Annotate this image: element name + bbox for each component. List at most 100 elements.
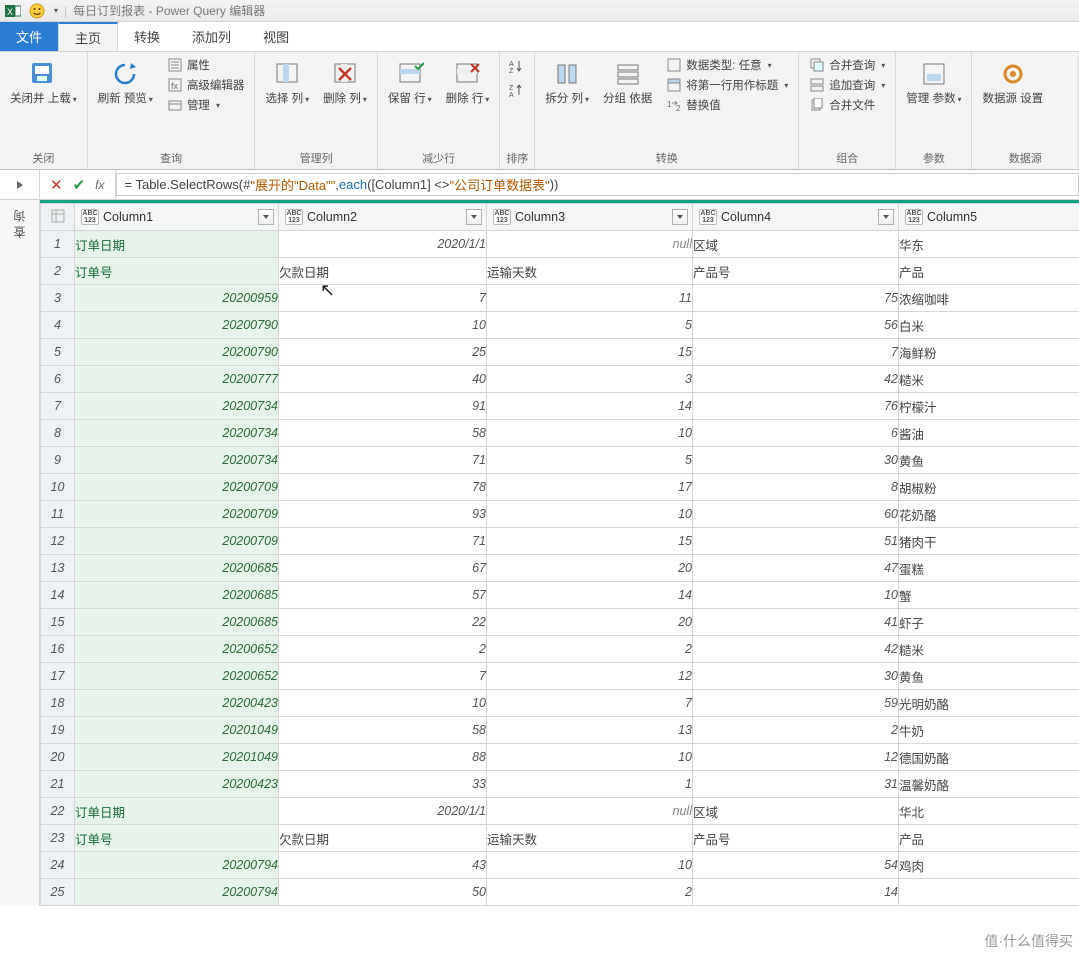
cell[interactable]: 黄鱼: [899, 447, 1079, 474]
cell[interactable]: 订单日期: [75, 798, 279, 825]
column-header-4[interactable]: ABC123Column4: [693, 204, 899, 231]
table-row[interactable]: 32020095971175浓缩咖啡: [41, 285, 1079, 312]
properties-button[interactable]: 属性: [163, 56, 249, 74]
sort-asc-button[interactable]: AZ: [506, 56, 526, 76]
row-number[interactable]: 17: [41, 663, 75, 690]
table-row[interactable]: 23订单号欠款日期运输天数产品号产品: [41, 825, 1079, 852]
cell[interactable]: 10: [693, 582, 899, 609]
cell[interactable]: 20200777: [75, 366, 279, 393]
row-number[interactable]: 18: [41, 690, 75, 717]
table-row[interactable]: 52020079025157海鲜粉: [41, 339, 1079, 366]
cell[interactable]: 酱油: [899, 420, 1079, 447]
refresh-preview-button[interactable]: 刷新 预览▾: [94, 56, 157, 109]
group-by-button[interactable]: 分组 依据: [599, 56, 656, 108]
cell[interactable]: 产品: [899, 258, 1079, 285]
cell[interactable]: 10: [279, 690, 487, 717]
table-row[interactable]: 92020073471530黄鱼: [41, 447, 1079, 474]
tab-home[interactable]: 主页: [58, 22, 118, 51]
table-row[interactable]: 1订单日期2020/1/1null区域华东: [41, 231, 1079, 258]
cell[interactable]: 牛奶: [899, 717, 1079, 744]
split-column-button[interactable]: 拆分 列▾: [541, 56, 593, 109]
cell[interactable]: 华东: [899, 231, 1079, 258]
datatype-any-icon[interactable]: ABC123: [493, 209, 511, 225]
cell[interactable]: 14: [487, 582, 693, 609]
cell[interactable]: 12: [693, 744, 899, 771]
cell[interactable]: 71: [279, 447, 487, 474]
row-number[interactable]: 2: [41, 258, 75, 285]
cell[interactable]: 14: [487, 393, 693, 420]
keep-rows-button[interactable]: 保留 行▾: [384, 56, 436, 109]
cell[interactable]: 10: [487, 420, 693, 447]
first-row-header-button[interactable]: 将第一行用作标题▾: [662, 76, 792, 94]
cell[interactable]: 7: [487, 690, 693, 717]
cell[interactable]: 德国奶酪: [899, 744, 1079, 771]
cell[interactable]: 7: [279, 285, 487, 312]
cell[interactable]: 20200685: [75, 609, 279, 636]
cell[interactable]: 42: [693, 366, 899, 393]
append-queries-button[interactable]: 追加查询▾: [805, 76, 889, 94]
cell[interactable]: 15: [487, 339, 693, 366]
cell[interactable]: 54: [693, 852, 899, 879]
cell[interactable]: 胡椒粉: [899, 474, 1079, 501]
cell[interactable]: 11: [487, 285, 693, 312]
cell[interactable]: 20200734: [75, 447, 279, 474]
cell[interactable]: 47: [693, 555, 899, 582]
table-row[interactable]: 252020079450214: [41, 879, 1079, 906]
table-row[interactable]: 62020077740342糙米: [41, 366, 1079, 393]
cell[interactable]: 浓缩咖啡: [899, 285, 1079, 312]
cell[interactable]: 10: [487, 744, 693, 771]
row-number[interactable]: 12: [41, 528, 75, 555]
cell[interactable]: 20: [487, 609, 693, 636]
cell[interactable]: 订单号: [75, 258, 279, 285]
cell[interactable]: 67: [279, 555, 487, 582]
cell[interactable]: 20200734: [75, 393, 279, 420]
cell[interactable]: 海鲜粉: [899, 339, 1079, 366]
smiley-icon[interactable]: [28, 2, 46, 20]
cell[interactable]: 20200709: [75, 474, 279, 501]
cell[interactable]: 78: [279, 474, 487, 501]
cell[interactable]: 产品: [899, 825, 1079, 852]
cell[interactable]: 6: [693, 420, 899, 447]
row-number[interactable]: 25: [41, 879, 75, 906]
cell[interactable]: 1: [487, 771, 693, 798]
table-row[interactable]: 2420200794431054鸡肉: [41, 852, 1079, 879]
tab-addcolumn[interactable]: 添加列: [176, 22, 247, 51]
row-number[interactable]: 16: [41, 636, 75, 663]
cell[interactable]: 40: [279, 366, 487, 393]
cell[interactable]: 2020/1/1: [279, 231, 487, 258]
cell[interactable]: 2: [279, 636, 487, 663]
table-row[interactable]: 2订单号欠款日期运输天数产品号产品: [41, 258, 1079, 285]
cell[interactable]: 3: [487, 366, 693, 393]
cell[interactable]: 41: [693, 609, 899, 636]
cell[interactable]: 蟹: [899, 582, 1079, 609]
row-number[interactable]: 23: [41, 825, 75, 852]
tab-transform[interactable]: 转换: [118, 22, 176, 51]
row-number[interactable]: 9: [41, 447, 75, 474]
cell[interactable]: 华北: [899, 798, 1079, 825]
cell[interactable]: 2: [487, 879, 693, 906]
cell[interactable]: 60: [693, 501, 899, 528]
cell[interactable]: 猪肉干: [899, 528, 1079, 555]
close-and-load-button[interactable]: 关闭并 上载▾: [6, 56, 81, 109]
cell[interactable]: 运输天数: [487, 825, 693, 852]
cell[interactable]: 蛋糕: [899, 555, 1079, 582]
cell[interactable]: 7: [279, 663, 487, 690]
cell[interactable]: 76: [693, 393, 899, 420]
row-number[interactable]: 21: [41, 771, 75, 798]
queries-pane-collapsed[interactable]: 查询: [0, 200, 40, 906]
filter-button[interactable]: [466, 209, 482, 225]
cell[interactable]: 订单日期: [75, 231, 279, 258]
cell[interactable]: 5: [487, 447, 693, 474]
cell[interactable]: 10: [279, 312, 487, 339]
cell[interactable]: 糙米: [899, 636, 1079, 663]
row-number[interactable]: 4: [41, 312, 75, 339]
cell[interactable]: 14: [693, 879, 899, 906]
cell[interactable]: 20200794: [75, 879, 279, 906]
cell[interactable]: [899, 879, 1079, 906]
cell[interactable]: 2020/1/1: [279, 798, 487, 825]
merge-queries-button[interactable]: 合并查询▾: [805, 56, 889, 74]
cell[interactable]: 光明奶酪: [899, 690, 1079, 717]
datatype-any-icon[interactable]: ABC123: [81, 209, 99, 225]
cell[interactable]: 20200685: [75, 582, 279, 609]
cell[interactable]: 30: [693, 447, 899, 474]
